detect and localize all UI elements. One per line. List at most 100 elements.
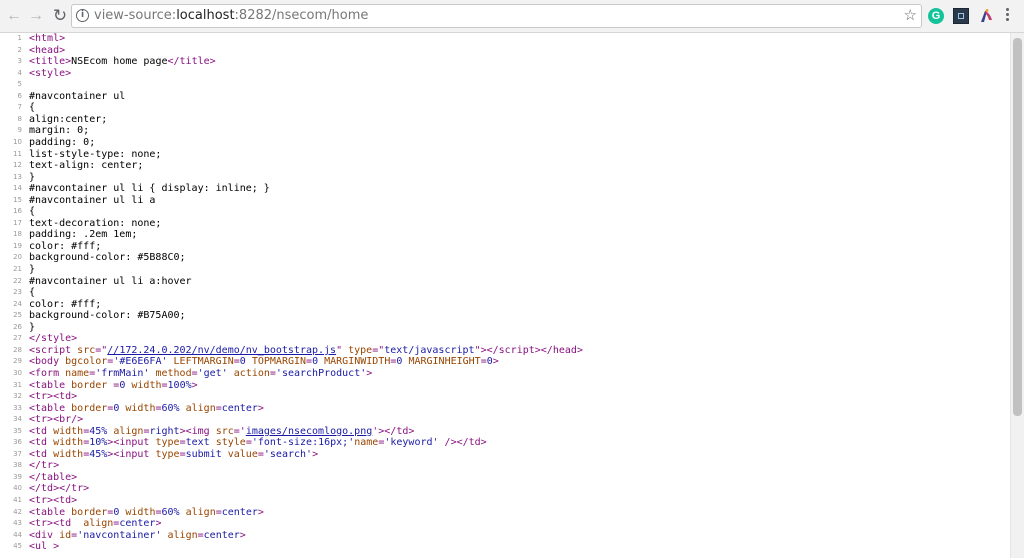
line-code: color: #fff;	[29, 298, 102, 310]
line-number: 34	[13, 415, 22, 424]
line-number: 16	[13, 207, 22, 216]
line-number: 1	[17, 34, 22, 42]
line-number: 15	[13, 195, 22, 204]
line-code: <td width=10%><input type=text style='fo…	[29, 437, 487, 449]
line-number: 20	[13, 253, 22, 262]
line-number: 13	[13, 172, 22, 181]
line-code: margin: 0;	[29, 125, 90, 137]
line-code: <ul >	[29, 541, 60, 553]
menu-icon[interactable]	[1006, 8, 1010, 23]
line-number: 14	[13, 184, 22, 193]
source-view: 1 <html> 2 <head> 3 <title>NSEcom home page</…	[0, 33, 1010, 558]
line-number: 39	[13, 472, 22, 481]
line-code: </style>	[29, 333, 78, 345]
line-number: 7	[17, 103, 22, 112]
line-number: 24	[13, 299, 22, 308]
line-code: }	[29, 171, 36, 183]
line-code: align:center;	[29, 113, 108, 125]
url-scheme: view-source:	[94, 8, 177, 23]
line-number: 42	[13, 507, 22, 516]
line-number: 27	[13, 334, 22, 343]
line-code: {	[29, 102, 36, 114]
line-code: <td width=45% align=right><img src='imag…	[29, 425, 415, 437]
line-code: list-style-type: none;	[29, 148, 162, 160]
back-arrow-icon[interactable]: ←	[4, 6, 24, 26]
url-host: localhost	[176, 8, 235, 23]
line-code: #navcontainer ul	[29, 90, 126, 102]
line-code: color: #fff;	[29, 240, 102, 252]
line-code: background-color: #5B88C0;	[29, 252, 186, 264]
line-code: <tr><td>	[29, 391, 78, 403]
line-number: 8	[17, 114, 22, 123]
browser-toolbar: ← → ↻ i view-source:localhost:8282/nseco…	[0, 0, 1024, 33]
scrollbar-thumb[interactable]	[1013, 38, 1022, 416]
line-code: <title>NSEcom home page</title>	[29, 56, 216, 68]
line-code: padding: .2em 1em;	[29, 229, 138, 241]
line-number: 18	[13, 230, 22, 239]
line-number: 22	[13, 276, 22, 285]
line-number: 3	[17, 57, 22, 66]
url-path: :8282/nsecom/home	[234, 8, 369, 23]
line-code: <tr><td align=center>	[29, 518, 162, 530]
line-code: </table>	[29, 471, 78, 483]
line-code: text-decoration: none;	[29, 217, 162, 229]
line-code: <html>	[29, 33, 66, 44]
address-bar[interactable]: i view-source:localhost:8282/nsecom/home…	[71, 4, 922, 28]
line-code: text-align: center;	[29, 160, 144, 172]
line-code: {	[29, 206, 36, 218]
line-number: 30	[13, 368, 22, 377]
line-number: 21	[13, 265, 22, 273]
line-number: 10	[13, 137, 22, 146]
line-number: 6	[17, 91, 22, 100]
line-code: <head>	[29, 44, 66, 56]
line-number: 31	[13, 380, 22, 389]
line-code: }	[29, 321, 36, 333]
line-number: 26	[13, 322, 22, 331]
vertical-scrollbar[interactable]	[1010, 33, 1024, 558]
line-code: <form name='frmMain' method='get' action…	[29, 367, 373, 379]
line-number: 29	[13, 357, 22, 366]
grammarly-icon[interactable]: G	[928, 8, 944, 24]
line-number: 4	[17, 68, 22, 77]
line-code: <style>	[29, 67, 72, 79]
line-number: 45	[13, 542, 22, 551]
line-number: 37	[13, 449, 22, 458]
line-number: 32	[13, 392, 22, 401]
line-code: {	[29, 287, 36, 299]
line-number: 40	[13, 484, 22, 493]
line-number: 23	[13, 288, 22, 297]
line-code: <table border=0 width=60% align=center>	[29, 506, 264, 518]
star-icon[interactable]: ☆	[904, 6, 917, 24]
line-code: <tr><td>	[29, 495, 78, 506]
line-number: 28	[13, 345, 22, 354]
line-number: 5	[17, 80, 22, 89]
line-code: #navcontainer ul li { display: inline; }	[29, 183, 270, 195]
line-code: #navcontainer ul li a	[29, 194, 156, 206]
line-number: 38	[13, 461, 22, 470]
forward-arrow-icon[interactable]: →	[26, 6, 46, 26]
line-code: <tr><br/>	[29, 414, 84, 426]
source-link[interactable]: //172.24.0.202/nv/demo/nv_bootstrap.js	[107, 345, 336, 356]
url-text[interactable]: view-source:localhost:8282/nsecom/home	[94, 8, 368, 23]
line-number: 33	[13, 403, 22, 412]
reload-icon[interactable]: ↻	[50, 6, 70, 26]
wizard-extension-icon[interactable]	[978, 8, 994, 24]
line-number: 44	[13, 530, 22, 539]
line-code: <table border=0 width=60% align=center>	[29, 402, 264, 414]
line-number: 12	[13, 161, 22, 170]
line-number: 11	[13, 149, 22, 158]
line-number: 35	[13, 426, 22, 435]
line-number: 43	[13, 519, 22, 528]
line-number: 36	[13, 438, 22, 447]
pdf-extension-icon[interactable]	[953, 8, 969, 24]
info-icon[interactable]: i	[76, 9, 89, 22]
line-code: <table border =0 width=100%>	[29, 379, 198, 391]
line-code: <div id='navcontainer' align=center>	[29, 529, 246, 541]
line-code: padding: 0;	[29, 136, 96, 148]
line-code: </tr>	[29, 460, 60, 472]
line-code: background-color: #B75A00;	[29, 310, 186, 322]
line-number: 25	[13, 311, 22, 320]
source-link[interactable]: images/nsecomlogo.png	[246, 426, 372, 437]
line-number: 9	[17, 126, 22, 135]
line-number: 41	[13, 496, 22, 504]
